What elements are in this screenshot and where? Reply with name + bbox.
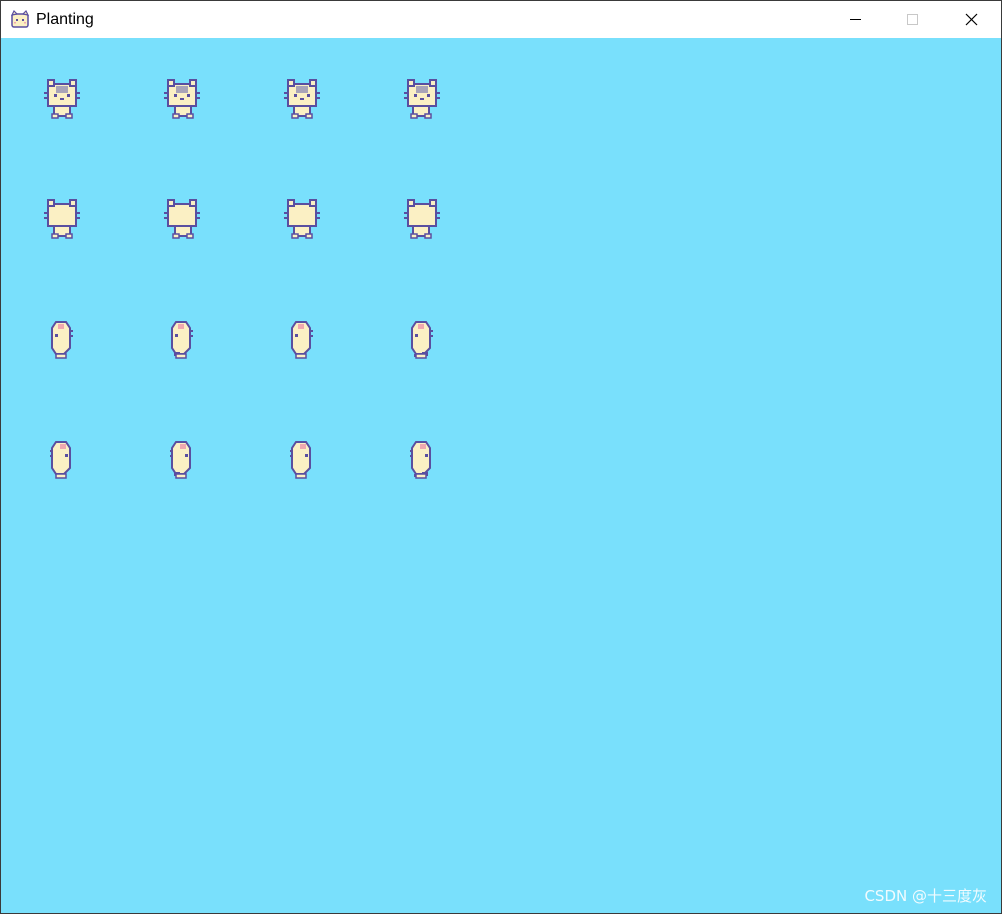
cat-sprite-right-frame-1 bbox=[50, 441, 71, 479]
cat-sprite-left-frame-3 bbox=[291, 321, 313, 359]
window-title: Planting bbox=[36, 11, 94, 28]
close-button[interactable] bbox=[942, 1, 1000, 38]
cat-sprite-right-frame-4 bbox=[410, 441, 431, 479]
cat-face-icon bbox=[10, 9, 30, 30]
close-icon bbox=[965, 13, 978, 26]
cat-sprite-down-frame-2 bbox=[164, 79, 200, 119]
cat-sprite-down-frame-1 bbox=[44, 79, 80, 119]
cat-sprite-up-frame-3 bbox=[284, 199, 320, 239]
cat-sprite-left-frame-1 bbox=[51, 321, 73, 359]
cat-sprite-up-frame-1 bbox=[44, 199, 80, 239]
cat-sprite-up-frame-4 bbox=[404, 199, 440, 239]
maximize-icon bbox=[907, 14, 918, 25]
cat-sprite-left-frame-4 bbox=[411, 321, 433, 359]
minimize-icon bbox=[850, 19, 861, 20]
minimize-button[interactable] bbox=[826, 1, 884, 38]
cat-sprite-right-frame-3 bbox=[290, 441, 311, 479]
game-canvas[interactable]: CSDN @十三度灰 bbox=[1, 38, 1001, 913]
cat-sprite-left-frame-2 bbox=[171, 321, 193, 359]
cat-sprite-down-frame-3 bbox=[284, 79, 320, 119]
watermark-text: CSDN @十三度灰 bbox=[864, 887, 987, 905]
app-window: Planting CSDN @十三度灰 bbox=[0, 0, 1002, 914]
cat-sprite-up-frame-2 bbox=[164, 199, 200, 239]
cat-sprite-right-frame-2 bbox=[170, 441, 191, 479]
cat-sprite-down-frame-4 bbox=[404, 79, 440, 119]
maximize-button[interactable] bbox=[884, 1, 942, 38]
title-bar[interactable]: Planting bbox=[1, 1, 1001, 38]
